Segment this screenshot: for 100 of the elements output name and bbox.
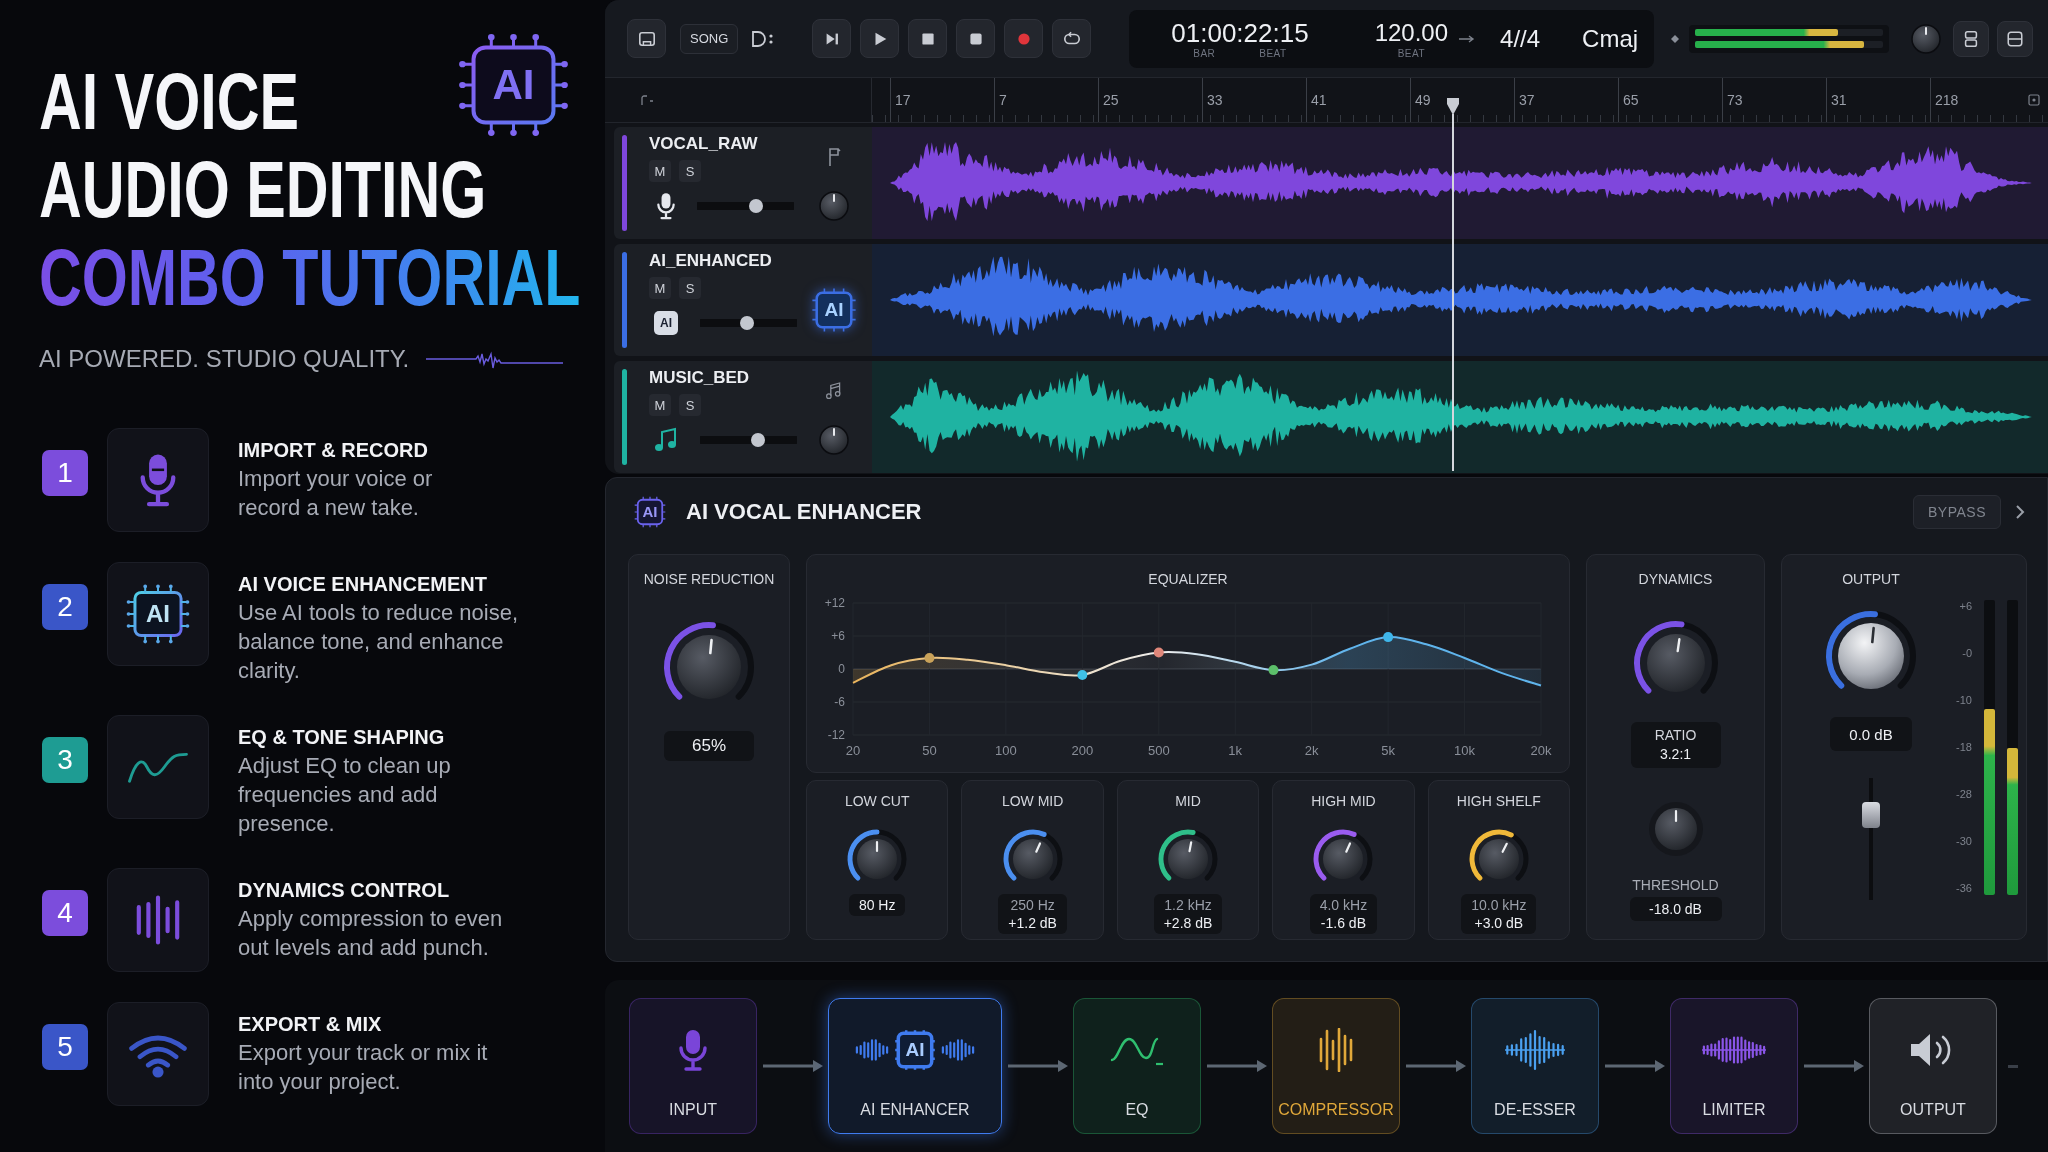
slider-thumb[interactable] [750, 433, 765, 447]
band-handle[interactable] [924, 653, 935, 663]
solo-button[interactable]: S [679, 160, 701, 182]
x-tick-label: 10k [1454, 743, 1476, 758]
effect-node[interactable]: DE-ESSER [1471, 998, 1599, 1134]
meter-scale-label: -10 [1956, 694, 1972, 707]
band-label: LOW MID [1001, 792, 1064, 810]
mute-button[interactable]: M [649, 394, 671, 416]
meter-scale-label: -36 [1956, 882, 1972, 895]
step-title: IMPORT & RECORD [238, 438, 429, 463]
effect-node[interactable]: EQ [1073, 998, 1201, 1134]
stacked-panels-button[interactable] [1953, 20, 1990, 57]
pan-knob[interactable] [819, 425, 849, 455]
band-handle[interactable] [1383, 632, 1394, 643]
music-notes-icon[interactable] [826, 381, 842, 401]
effect-label: OUTPUT [1900, 1100, 1966, 1120]
band-value: 250 Hz [1010, 896, 1055, 914]
ruler-mark: 31 [1831, 92, 1847, 108]
record-icon [1015, 30, 1032, 47]
playhead[interactable] [1446, 98, 1460, 471]
record-button[interactable] [1004, 19, 1044, 58]
volume-knob[interactable] [1911, 23, 1942, 54]
step-number: 1 [42, 450, 88, 496]
band-handle[interactable] [1153, 647, 1164, 658]
ruler-mark: 25 [1103, 92, 1119, 108]
effect-node[interactable]: INPUT [629, 998, 757, 1134]
y-tick-label: 0 [838, 662, 845, 676]
x-tick-label: 50 [922, 743, 937, 758]
effect-node[interactable]: OUTPUT [1869, 998, 1997, 1134]
panel-title: EQUALIZER [1148, 570, 1228, 588]
y-tick-label: +6 [831, 629, 845, 643]
effect-label: LIMITER [1702, 1100, 1766, 1120]
solo-button[interactable]: S [679, 394, 701, 416]
square-button[interactable] [956, 19, 996, 58]
skip-to-end-button[interactable] [812, 19, 852, 58]
song-mode-button[interactable]: SONG [680, 23, 739, 54]
ai-tile: AI [654, 311, 678, 335]
time-unit-label: BAR [1193, 47, 1216, 60]
split-panel-button[interactable] [1997, 20, 2034, 57]
time-signature: 4//4 [1500, 23, 1541, 54]
x-tick-label: 5k [1381, 743, 1395, 758]
effect-node[interactable]: LIMITER [1670, 998, 1798, 1134]
bypass-button[interactable]: BYPASS [1913, 494, 2001, 529]
effect-label: COMPRESSOR [1278, 1100, 1394, 1120]
sound-bars-icon [134, 894, 182, 946]
x-tick-label: 100 [995, 743, 1017, 758]
ruler-mark: 73 [1727, 92, 1743, 108]
mute-button[interactable]: M [649, 277, 671, 299]
meter-scale-label: -18 [1956, 741, 1972, 754]
frame-button[interactable] [627, 19, 666, 58]
solo-button[interactable]: S [679, 277, 701, 299]
split-panel-icon [2006, 29, 2025, 48]
effect-node[interactable]: COMPRESSOR [1272, 998, 1400, 1134]
x-tick-label: 2k [1304, 743, 1319, 758]
slider-thumb[interactable] [739, 316, 754, 330]
ratio-label: RATIO [1654, 726, 1697, 745]
effect-label: EQ [1125, 1100, 1149, 1120]
band-label: HIGH SHELF [1456, 792, 1541, 810]
chevron-right-icon[interactable] [2015, 503, 2025, 520]
timecode: 01:00:22:15 [1171, 17, 1309, 48]
value-readout: 65% [664, 731, 754, 761]
step-description: Export your track or mix it into your project. [238, 1039, 488, 1096]
y-tick-label: +12 [824, 596, 845, 610]
pan-knob[interactable] [819, 191, 849, 221]
band-label: MID [1175, 792, 1201, 810]
ruler-mark: 49 [1415, 92, 1431, 108]
x-tick-label: 20k [1530, 743, 1552, 758]
x-tick-label: 500 [1147, 743, 1170, 758]
threshold-label: THRESHOLD [1632, 876, 1719, 894]
effect-label: AI ENHANCER [860, 1100, 970, 1120]
flag-icon[interactable] [826, 147, 842, 167]
step-number: 4 [42, 890, 88, 936]
volume-slider[interactable] [700, 433, 797, 447]
fader-thumb[interactable] [1862, 802, 1880, 828]
step-title: DYNAMICS CONTROL [238, 878, 451, 903]
value-readout: -18.0 dB [1629, 897, 1722, 921]
play-button[interactable] [860, 19, 900, 58]
ruler-mark: 17 [895, 92, 911, 108]
band-handle[interactable] [1077, 670, 1088, 681]
band-value: 80 Hz [858, 896, 896, 914]
loop-button[interactable] [1052, 19, 1092, 58]
hook-icon[interactable] [640, 94, 654, 106]
volume-slider[interactable] [700, 316, 797, 330]
stop-button[interactable] [908, 19, 948, 58]
band-handle[interactable] [1268, 665, 1279, 676]
effect-label: DE-ESSER [1494, 1100, 1576, 1120]
ratio-value: 3.2:1 [1659, 745, 1692, 764]
x-tick-label: 20 [845, 743, 861, 758]
tagline: AI POWERED. STUDIO QUALITY. [39, 345, 410, 373]
slider-thumb[interactable] [749, 199, 764, 213]
track-name: MUSIC_BED [649, 367, 751, 389]
effect-node[interactable]: AI AI ENHANCER [828, 998, 1002, 1134]
band-value: -1.6 dB [1320, 914, 1366, 932]
x-tick-label: 1k [1228, 743, 1243, 758]
step-title: AI VOICE ENHANCEMENT [238, 572, 488, 597]
meter-scale-label: +6 [1959, 600, 1972, 613]
volume-slider[interactable] [697, 199, 794, 213]
threshold-knob[interactable] [1646, 800, 1705, 858]
mute-button[interactable]: M [649, 160, 671, 182]
tempo: 120.00 [1374, 17, 1449, 48]
